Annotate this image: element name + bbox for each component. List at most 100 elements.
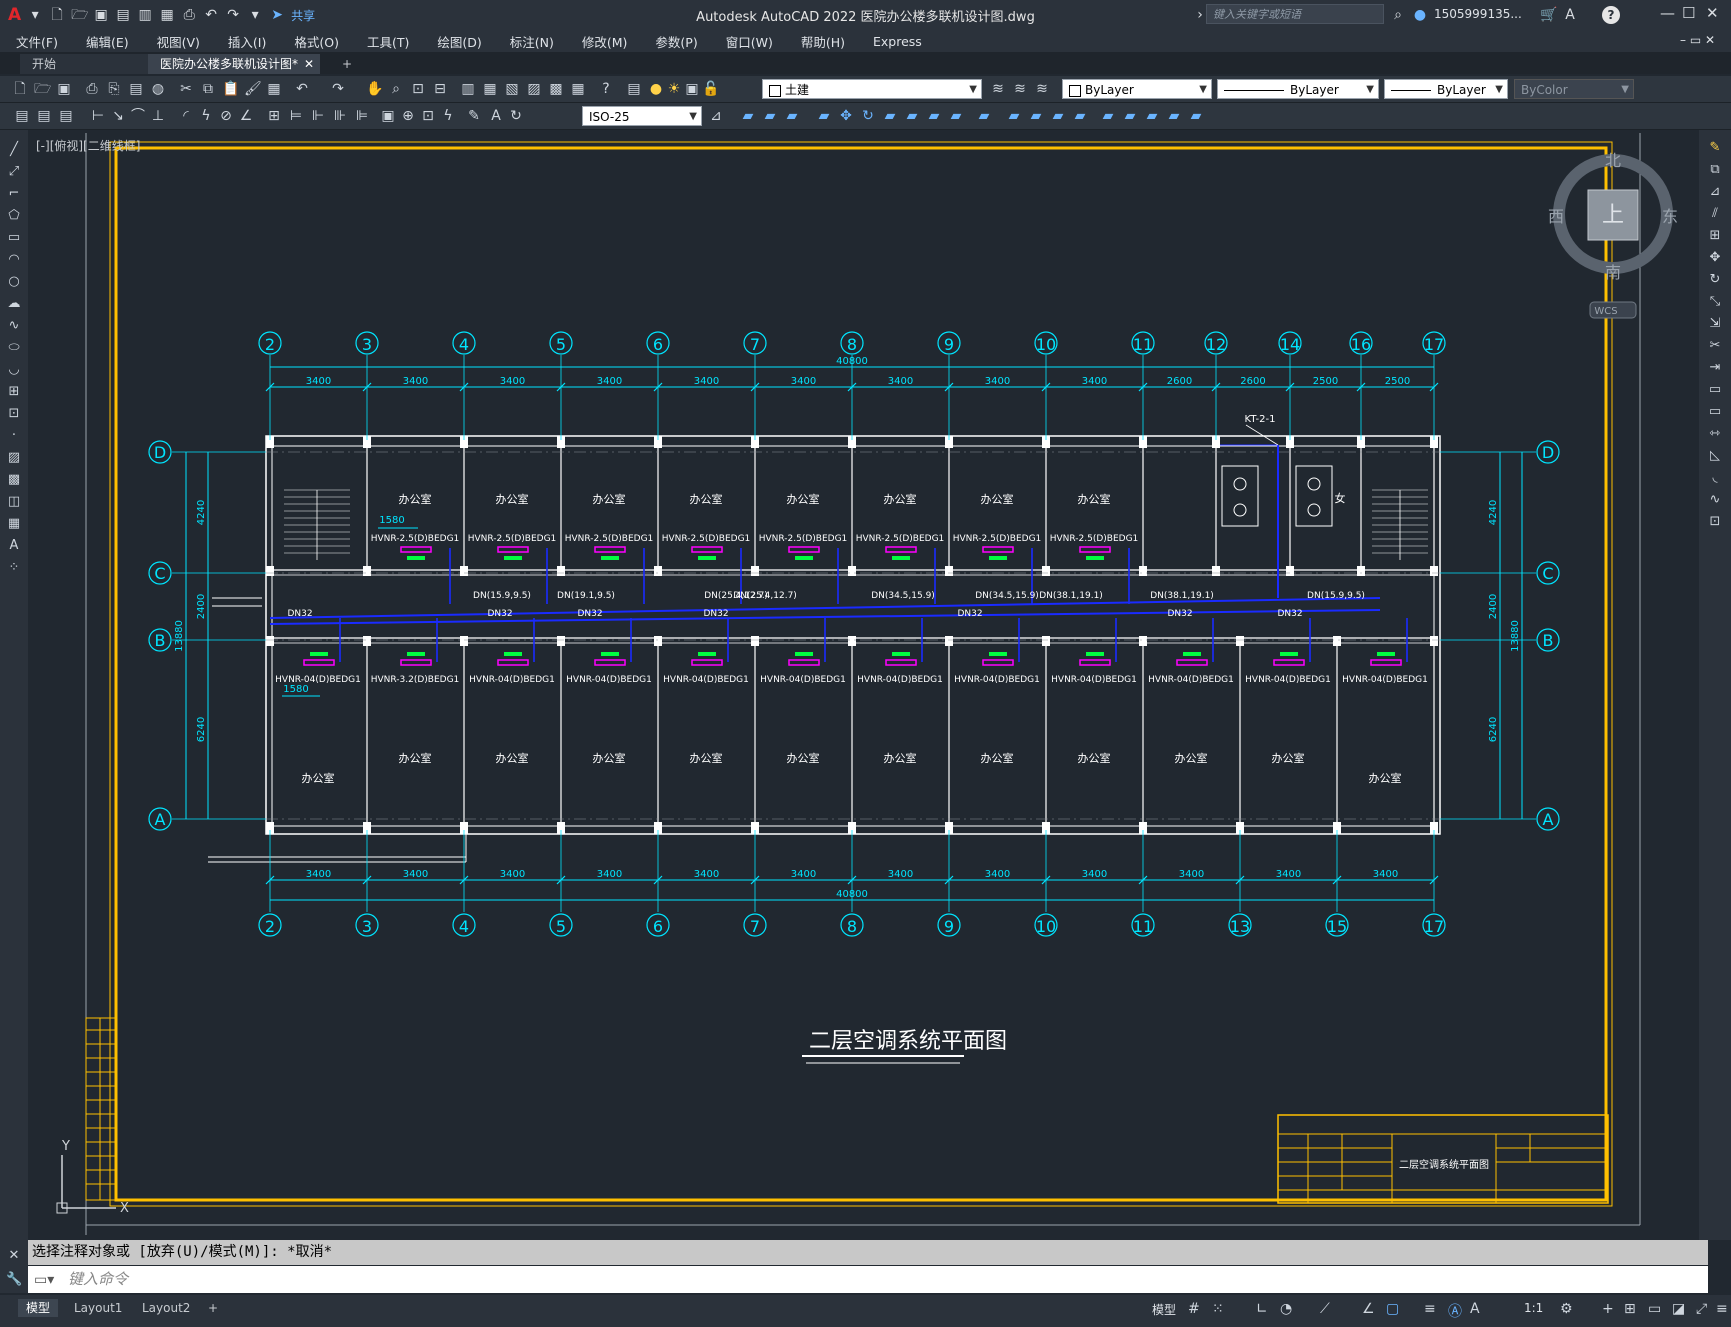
inspection-icon[interactable]: ⊡ — [420, 108, 436, 124]
plot-icon[interactable]: ⎙ — [84, 81, 100, 97]
viewcube-east[interactable]: 东 — [1662, 207, 1678, 226]
join-icon[interactable]: ▰ — [1006, 108, 1022, 124]
ortho-icon[interactable]: ∟ — [1256, 1301, 1268, 1317]
markup-icon[interactable]: ▩ — [548, 81, 564, 97]
layer-freeze-icon[interactable]: ▤ — [58, 108, 74, 124]
copy-object-icon[interactable]: ▰ — [740, 108, 756, 124]
text-front-icon[interactable]: ▰ — [1166, 108, 1182, 124]
ellipse-icon[interactable]: ⬭ — [6, 340, 22, 356]
design-center-icon[interactable]: ▦ — [482, 81, 498, 97]
offset-icon[interactable]: ⫽ — [1707, 206, 1723, 222]
tolerance-icon[interactable]: ▣ — [380, 108, 396, 124]
table-icon[interactable]: ▦ — [6, 516, 22, 532]
fillet-icon[interactable]: ▰ — [1050, 108, 1066, 124]
hatch-back-icon[interactable]: ▰ — [1188, 108, 1204, 124]
redo-icon[interactable]: ↷ — [330, 81, 346, 97]
center-mark-icon[interactable]: ⊕ — [400, 108, 416, 124]
layout-tab-model[interactable]: 模型 — [18, 1299, 59, 1317]
match-layer-icon[interactable]: ▤ — [14, 108, 30, 124]
join-icon[interactable]: ⇿ — [1707, 426, 1723, 442]
point-icon[interactable]: · — [6, 428, 22, 444]
viewcube-north[interactable]: 北 — [1605, 151, 1621, 170]
make-block-icon[interactable]: ⊡ — [6, 406, 22, 422]
zoom-realtime-icon[interactable]: ⌕ — [388, 81, 404, 97]
menu-dimension[interactable]: 标注(N) — [494, 32, 566, 51]
arc-icon[interactable]: ◠ — [6, 252, 22, 268]
array-icon[interactable]: ▰ — [816, 108, 832, 124]
isolate-objects-icon[interactable]: ◪ — [1672, 1301, 1685, 1317]
extend-icon[interactable]: ⇥ — [1707, 360, 1723, 376]
layout-tab-layout2[interactable]: Layout2 — [134, 1299, 198, 1317]
baseline-dim-icon[interactable]: ⊨ — [288, 108, 304, 124]
grid-icon[interactable]: # — [1188, 1301, 1200, 1317]
object-snap-tracking-icon[interactable]: ∠ — [1362, 1301, 1375, 1317]
break-icon[interactable]: ▭ — [1707, 404, 1723, 420]
layer-previous-icon[interactable]: ≋ — [1012, 81, 1028, 97]
paste-icon[interactable]: 📋 — [222, 81, 239, 97]
menu-file[interactable]: 文件(F) — [0, 32, 70, 51]
menu-edit[interactable]: 编辑(E) — [70, 32, 141, 51]
snap-icon[interactable]: ⁙ — [1212, 1301, 1224, 1317]
rectangle-icon[interactable]: ▭ — [6, 230, 22, 246]
dim-break-icon[interactable]: ⊫ — [354, 108, 370, 124]
menu-tools[interactable]: 工具(T) — [351, 32, 421, 51]
pan-icon[interactable]: ✋ — [366, 81, 383, 97]
tab-drawing[interactable]: 医院办公楼多联机设计图* ✕ — [148, 54, 320, 74]
search-input[interactable]: 键入关键字或短语 — [1206, 4, 1384, 24]
viewcube-west[interactable]: 西 — [1548, 207, 1564, 226]
diameter-dim-icon[interactable]: ⊘ — [218, 108, 234, 124]
cart-icon[interactable]: 🛒 — [1540, 7, 1557, 23]
close-command-icon[interactable]: ✕ — [6, 1248, 22, 1264]
polygon-icon[interactable]: ⬠ — [6, 208, 22, 224]
extend-icon[interactable]: ▰ — [948, 108, 964, 124]
polyline-icon[interactable]: ⌐ — [6, 186, 22, 202]
blend-curves-icon[interactable]: ∿ — [1707, 492, 1723, 508]
angular-dim-icon[interactable]: ∠ — [238, 108, 254, 124]
menu-view[interactable]: 视图(V) — [141, 32, 212, 51]
workspace-gear-icon[interactable]: ⚙ — [1560, 1301, 1573, 1317]
open-icon[interactable]: 🗁 — [34, 81, 51, 97]
tab-close-icon[interactable]: ✕ — [304, 54, 314, 74]
auto-scale-icon[interactable]: A — [1470, 1301, 1480, 1317]
construction-line-icon[interactable]: ⤢ — [6, 164, 22, 180]
continue-dim-icon[interactable]: ⊩ — [310, 108, 326, 124]
layer-walk-icon[interactable]: ▤ — [36, 108, 52, 124]
search-icon[interactable]: ⌕ — [1390, 7, 1406, 23]
revcloud-icon[interactable]: ☁ — [6, 296, 22, 312]
help-button[interactable]: ? — [1602, 6, 1620, 24]
ordinate-dim-icon[interactable]: ⊥ — [150, 108, 166, 124]
menu-insert[interactable]: 插入(I) — [212, 32, 278, 51]
zoom-window-icon[interactable]: ⊡ — [410, 81, 426, 97]
command-input[interactable]: 键入命令 — [28, 1266, 1708, 1293]
plot-preview-icon[interactable]: ⎘ — [106, 81, 122, 97]
minimize-icon[interactable]: — — [1660, 4, 1675, 22]
publish-icon[interactable]: ▤ — [128, 81, 144, 97]
lineweight-icon[interactable]: ≡ — [1424, 1301, 1436, 1317]
add-selected-icon[interactable]: ⁘ — [6, 560, 22, 576]
array-icon[interactable]: ⊞ — [1707, 228, 1723, 244]
viewcube-top[interactable]: 上 — [1602, 203, 1624, 228]
stretch-icon[interactable]: ⇲ — [1707, 316, 1723, 332]
menu-parametric[interactable]: 参数(P) — [639, 32, 709, 51]
clean-screen-icon[interactable]: ⤢ — [1696, 1301, 1707, 1317]
aligned-dim-icon[interactable]: ↘ — [110, 108, 126, 124]
menu-window[interactable]: 窗口(W) — [710, 32, 785, 51]
rotate-icon[interactable]: ↻ — [1707, 272, 1723, 288]
layout-tab-layout1[interactable]: Layout1 — [66, 1299, 130, 1317]
line-icon[interactable]: ╱ — [6, 142, 22, 158]
arc-length-icon[interactable]: ⌒ — [130, 108, 146, 124]
mirror-icon[interactable]: ▰ — [762, 108, 778, 124]
spline-icon[interactable]: ∿ — [6, 318, 22, 334]
dim-space-icon[interactable]: ⊪ — [332, 108, 348, 124]
user-icon[interactable]: ● — [1412, 7, 1428, 23]
ellipse-arc-icon[interactable]: ◡ — [6, 362, 22, 378]
drawing-canvas[interactable]: 2 3 4 5 6 7 8 9 10 11 12 14 16 17 40800 3400 3400 3400 340… — [30, 132, 1698, 1237]
quick-properties-icon[interactable]: ▭ — [1648, 1301, 1661, 1317]
jogged-dim-icon[interactable]: ϟ — [198, 108, 214, 124]
model-space-button[interactable]: 模型 — [1152, 1301, 1176, 1318]
scale-icon[interactable]: ⤡ — [1707, 294, 1723, 310]
save-icon[interactable]: ▣ — [56, 81, 72, 97]
sheet-set-icon[interactable]: ▨ — [526, 81, 542, 97]
maximize-icon[interactable]: ☐ — [1682, 4, 1695, 22]
copy-icon[interactable]: ⧉ — [200, 81, 216, 97]
